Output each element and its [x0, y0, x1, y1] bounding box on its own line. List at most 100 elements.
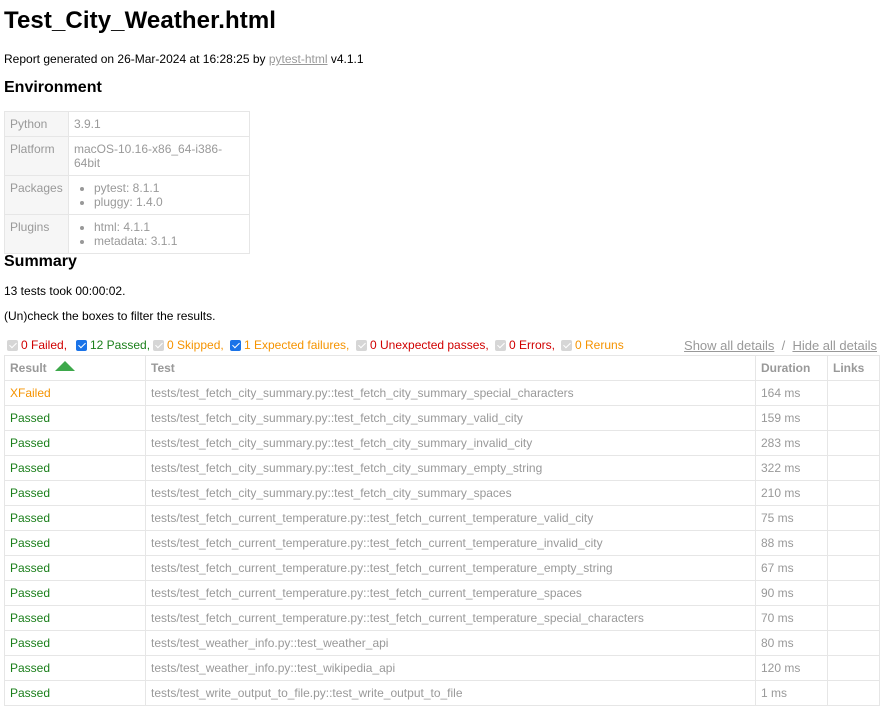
test-name-cell: tests/test_fetch_city_summary.py::test_f… — [145, 430, 756, 456]
checkbox-icon[interactable] — [230, 340, 241, 351]
packages-list: pytest: 8.1.1 pluggy: 1.4.0 — [74, 181, 244, 209]
filter-xpassed-label: 0 Unexpected passes, — [370, 338, 489, 352]
package-item: pluggy: 1.4.0 — [94, 195, 244, 209]
details-separator: / — [781, 338, 786, 353]
filter-failed[interactable]: 0 Failed, — [7, 338, 67, 352]
table-row[interactable]: XFailed tests/test_fetch_city_summary.py:… — [4, 380, 880, 406]
environment-table: Python 3.9.1 Platform macOS-10.16-x86_64… — [4, 111, 250, 254]
result-cell: Passed — [4, 630, 146, 656]
environment-heading: Environment — [4, 79, 102, 96]
duration-cell: 80 ms — [755, 630, 828, 656]
env-row-platform: Platform macOS-10.16-x86_64-i386-64bit — [4, 136, 250, 176]
test-name-cell: tests/test_fetch_current_temperature.py:… — [145, 605, 756, 631]
filter-passed[interactable]: 12 Passed, — [76, 338, 150, 352]
links-cell — [827, 680, 880, 706]
filter-errors[interactable]: 0 Errors, — [495, 338, 555, 352]
generated-suffix: v4.1.1 — [327, 52, 364, 66]
result-cell: Passed — [4, 655, 146, 681]
result-cell: Passed — [4, 530, 146, 556]
test-name-cell: tests/test_fetch_city_summary.py::test_f… — [145, 380, 756, 406]
checkbox-icon[interactable] — [495, 340, 506, 351]
table-row[interactable]: Passed tests/test_fetch_current_temperatu… — [4, 505, 880, 531]
filter-passed-label: 12 Passed, — [90, 338, 151, 352]
filter-xfailed[interactable]: 1 Expected failures, — [230, 338, 349, 352]
checkbox-icon[interactable] — [76, 340, 87, 351]
checkbox-icon[interactable] — [561, 340, 572, 351]
env-value-plugins: html: 4.1.1 metadata: 3.1.1 — [68, 214, 250, 254]
env-key-platform: Platform — [4, 136, 69, 176]
duration-cell: 283 ms — [755, 430, 828, 456]
env-value-packages: pytest: 8.1.1 pluggy: 1.4.0 — [68, 175, 250, 215]
duration-cell: 90 ms — [755, 580, 828, 606]
header-result[interactable]: Result — [4, 355, 146, 381]
results-header-row: Result Test Duration Links — [4, 355, 880, 381]
hide-all-details-link[interactable]: Hide all details — [792, 338, 877, 353]
header-duration[interactable]: Duration — [755, 355, 828, 381]
duration-cell: 120 ms — [755, 655, 828, 681]
table-row[interactable]: Passed tests/test_fetch_current_temperatu… — [4, 555, 880, 581]
header-result-label: Result — [10, 361, 47, 375]
table-row[interactable]: Passed tests/test_fetch_city_summary.py::… — [4, 480, 880, 506]
filter-skipped-label: 0 Skipped, — [167, 338, 224, 352]
duration-cell: 70 ms — [755, 605, 828, 631]
links-cell — [827, 455, 880, 481]
links-cell — [827, 630, 880, 656]
show-all-details-link[interactable]: Show all details — [684, 338, 774, 353]
table-row[interactable]: Passed tests/test_weather_info.py::test_w… — [4, 655, 880, 681]
checkbox-icon[interactable] — [153, 340, 164, 351]
test-name-cell: tests/test_fetch_current_temperature.py:… — [145, 530, 756, 556]
table-row[interactable]: Passed tests/test_fetch_current_temperatu… — [4, 530, 880, 556]
links-cell — [827, 655, 880, 681]
links-cell — [827, 605, 880, 631]
env-value-python: 3.9.1 — [68, 111, 250, 137]
pytest-html-link[interactable]: pytest-html — [269, 52, 328, 66]
table-row[interactable]: Passed tests/test_fetch_current_temperatu… — [4, 580, 880, 606]
filter-errors-label: 0 Errors, — [509, 338, 556, 352]
package-item: pytest: 8.1.1 — [94, 181, 244, 195]
test-name-cell: tests/test_fetch_current_temperature.py:… — [145, 505, 756, 531]
plugin-item: html: 4.1.1 — [94, 220, 244, 234]
duration-cell: 210 ms — [755, 480, 828, 506]
result-cell: Passed — [4, 605, 146, 631]
test-name-cell: tests/test_fetch_city_summary.py::test_f… — [145, 405, 756, 431]
test-name-cell: tests/test_fetch_city_summary.py::test_f… — [145, 480, 756, 506]
env-row-plugins: Plugins html: 4.1.1 metadata: 3.1.1 — [4, 214, 250, 254]
sort-ascending-icon[interactable] — [54, 361, 75, 371]
test-name-cell: tests/test_weather_info.py::test_weather… — [145, 630, 756, 656]
filter-reruns[interactable]: 0 Reruns — [561, 338, 624, 352]
generated-prefix: Report generated on 26-Mar-2024 at 16:28… — [4, 52, 269, 66]
table-row[interactable]: Passed tests/test_fetch_city_summary.py::… — [4, 455, 880, 481]
generated-line: Report generated on 26-Mar-2024 at 16:28… — [4, 52, 364, 66]
detail-toggle-links: Show all details / Hide all details — [684, 338, 877, 353]
test-name-cell: tests/test_fetch_city_summary.py::test_f… — [145, 455, 756, 481]
env-key-plugins: Plugins — [4, 214, 69, 254]
filter-failed-label: 0 Failed, — [21, 338, 68, 352]
links-cell — [827, 405, 880, 431]
filter-skipped[interactable]: 0 Skipped, — [153, 338, 224, 352]
checkbox-icon[interactable] — [7, 340, 18, 351]
duration-cell: 1 ms — [755, 680, 828, 706]
table-row[interactable]: Passed tests/test_fetch_city_summary.py::… — [4, 405, 880, 431]
duration-cell: 75 ms — [755, 505, 828, 531]
table-row[interactable]: Passed tests/test_weather_info.py::test_w… — [4, 630, 880, 656]
env-key-packages: Packages — [4, 175, 69, 215]
summary-heading: Summary — [4, 253, 77, 270]
table-row[interactable]: Passed tests/test_write_output_to_file.py… — [4, 680, 880, 706]
filter-instructions: (Un)check the boxes to filter the result… — [4, 309, 216, 323]
test-name-cell: tests/test_write_output_to_file.py::test… — [145, 680, 756, 706]
table-row[interactable]: Passed tests/test_fetch_city_summary.py::… — [4, 430, 880, 456]
checkbox-icon[interactable] — [356, 340, 367, 351]
links-cell — [827, 505, 880, 531]
test-name-cell: tests/test_fetch_current_temperature.py:… — [145, 580, 756, 606]
result-cell: Passed — [4, 405, 146, 431]
filter-xpassed[interactable]: 0 Unexpected passes, — [356, 338, 489, 352]
results-table: Result Test Duration Links XFailed tests/… — [4, 355, 880, 706]
filter-xfailed-label: 1 Expected failures, — [244, 338, 350, 352]
header-test[interactable]: Test — [145, 355, 756, 381]
env-row-packages: Packages pytest: 8.1.1 pluggy: 1.4.0 — [4, 175, 250, 215]
table-row[interactable]: Passed tests/test_fetch_current_temperatu… — [4, 605, 880, 631]
result-cell: Passed — [4, 430, 146, 456]
results-body: XFailed tests/test_fetch_city_summary.py:… — [4, 380, 880, 706]
links-cell — [827, 380, 880, 406]
result-cell: Passed — [4, 455, 146, 481]
